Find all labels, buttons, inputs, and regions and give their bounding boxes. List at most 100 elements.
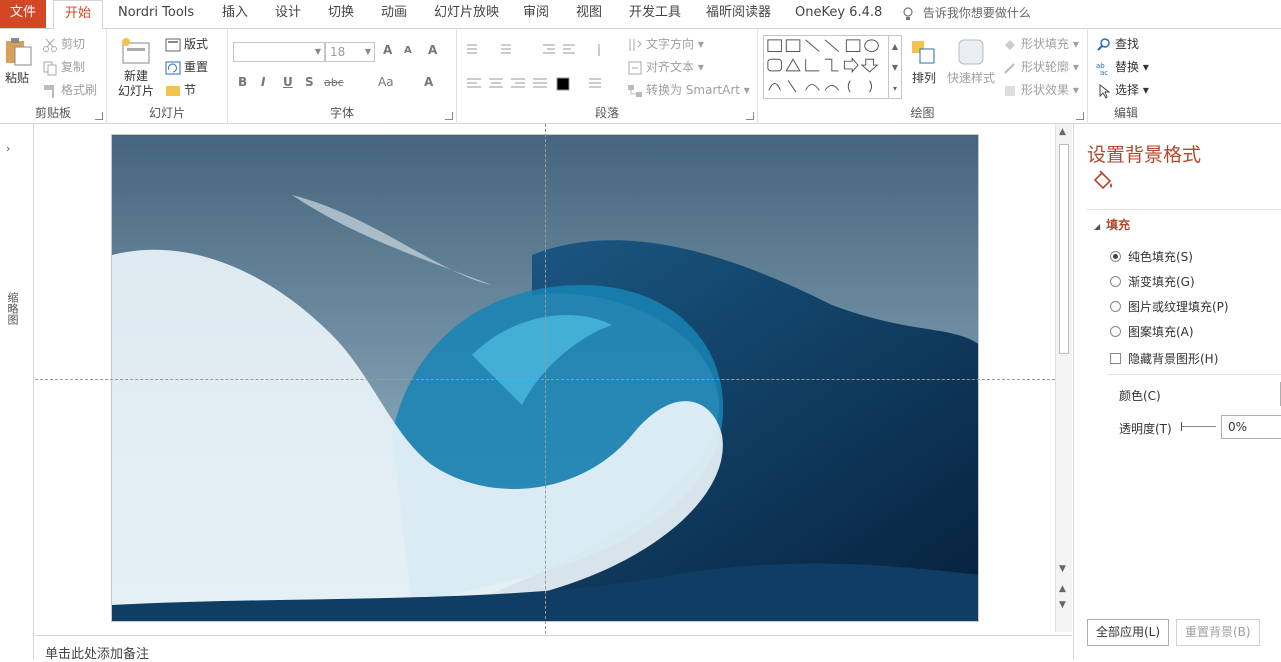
slider-handle[interactable] (1181, 422, 1182, 431)
notes-placeholder: 单击此处添加备注 (45, 647, 150, 662)
hide-background-graphics-checkbox[interactable]: 隐藏背景图形(H) (1110, 350, 1218, 367)
scroll-down-icon[interactable]: ▼ (1059, 564, 1066, 574)
new-slide-button[interactable]: 新建 幻灯片 (113, 37, 159, 99)
shape-effects-button[interactable]: 形状效果 ▾ (1002, 81, 1079, 99)
paint-bucket-icon[interactable] (1091, 168, 1115, 192)
find-button[interactable]: 查找 (1096, 35, 1139, 53)
layout-button[interactable]: 版式 (165, 35, 208, 53)
scroll-thumb[interactable] (1059, 144, 1069, 354)
strike-button[interactable]: abc (324, 76, 344, 89)
group-paragraph: 文字方向 ▾ 对齐文本 ▾ 转换为 SmartArt ▾ 段落 (457, 29, 758, 124)
layout-icon (165, 38, 181, 51)
align-text-icon (628, 61, 642, 74)
scroll-up-icon[interactable]: ▲ (1059, 127, 1066, 137)
group-slides: 新建 幻灯片 版式 重置 节 幻灯片 (107, 29, 228, 124)
tab-insert[interactable]: 插入 (222, 0, 248, 28)
tab-design[interactable]: 设计 (275, 0, 301, 28)
checkbox-box (1110, 353, 1121, 364)
font-size-combo[interactable]: 18 ▼ (325, 42, 375, 62)
arrange-icon (912, 41, 935, 64)
tab-file[interactable]: 文件 (0, 0, 46, 28)
tab-transitions[interactable]: 切换 (328, 0, 354, 28)
align-icons[interactable] (465, 77, 615, 91)
solid-fill-radio[interactable]: 纯色填充(S) (1110, 248, 1193, 265)
shape-fill-button[interactable]: 形状填充 ▾ (1002, 35, 1079, 53)
tab-nordri-tools[interactable]: Nordri Tools (118, 0, 194, 28)
dialog-launcher-icon[interactable] (1076, 112, 1084, 120)
radio-unselected (1110, 326, 1121, 337)
arrange-button[interactable]: 排列 (906, 37, 942, 87)
prev-slide-icon[interactable]: ▲ (1059, 584, 1066, 594)
text-direction-button[interactable]: 文字方向 ▾ (627, 35, 704, 53)
tell-me-box[interactable]: 告诉我你想要做什么 (900, 0, 1031, 28)
gallery-scroll[interactable]: ▲ ▼ ▾ (889, 35, 902, 99)
select-button[interactable]: 选择 ▾ (1096, 81, 1149, 99)
quick-styles-button[interactable]: 快速样式 (944, 37, 998, 87)
group-label: 绘图 (910, 106, 935, 120)
reset-button[interactable]: 重置 (165, 58, 208, 76)
paste-icon (6, 38, 32, 66)
lightbulb-icon (903, 6, 913, 20)
vertical-guide[interactable] (545, 124, 546, 634)
bold-button[interactable]: B (238, 75, 247, 89)
tab-foxit[interactable]: 福昕阅读器 (706, 0, 771, 28)
fill-section-header[interactable]: ◢ 填充 (1094, 216, 1130, 233)
group-label: 字体 (329, 106, 354, 120)
dialog-launcher-icon[interactable] (445, 112, 453, 120)
font-name-combo[interactable]: ▼ (233, 42, 325, 62)
tab-view[interactable]: 视图 (576, 0, 602, 28)
tab-onekey[interactable]: OneKey 6.4.8 (795, 0, 882, 28)
grow-font-button[interactable]: A (383, 43, 392, 57)
gradient-fill-radio[interactable]: 渐变填充(G) (1110, 273, 1195, 290)
tab-review[interactable]: 审阅 (523, 0, 549, 28)
tab-home[interactable]: 开始 (53, 0, 103, 30)
next-slide-icon[interactable]: ▼ (1059, 600, 1066, 610)
underline-button[interactable]: U (283, 75, 293, 89)
paste-button[interactable]: 粘贴 (2, 37, 32, 87)
font-color-button[interactable]: A (424, 75, 433, 89)
dialog-launcher-icon[interactable] (95, 112, 103, 120)
group-drawing: ▲ ▼ ▾ 排列 快速样式 形状填充 ▾ 形状轮廓 ▾ 形状效果 ▾ 绘图 (758, 29, 1088, 124)
shrink-font-button[interactable]: A (404, 45, 412, 56)
align-text-button[interactable]: 对齐文本 ▾ (627, 58, 704, 76)
group-clipboard: 粘贴 剪切 复制 格式刷 剪贴板 (0, 29, 107, 124)
shapes-gallery[interactable] (763, 35, 889, 99)
notes-pane[interactable]: 单击此处添加备注 (35, 635, 1072, 662)
chevron-right-icon[interactable]: › (6, 142, 10, 155)
apply-to-all-button[interactable]: 全部应用(L) (1087, 619, 1170, 646)
cursor-icon (1099, 83, 1111, 99)
pattern-fill-radio[interactable]: 图案填充(A) (1110, 323, 1194, 340)
shape-outline-button[interactable]: 形状轮廓 ▾ (1002, 58, 1079, 76)
replace-button[interactable]: ab ac 替换 ▾ (1096, 58, 1149, 76)
pane-title: 设置背景格式 (1087, 144, 1202, 166)
italic-button[interactable]: I (261, 75, 265, 89)
shadow-button[interactable]: S (305, 75, 314, 89)
replace-icon: abac (1096, 62, 1108, 76)
dialog-launcher-icon[interactable] (746, 112, 754, 120)
smartart-button[interactable]: 转换为 SmartArt ▾ (627, 81, 750, 99)
tab-slideshow[interactable]: 幻灯片放映 (434, 0, 499, 28)
list-indent-icons[interactable] (465, 43, 615, 57)
tab-animations[interactable]: 动画 (381, 0, 407, 28)
vertical-scrollbar[interactable]: ▲ ▼ ▲ ▼ (1055, 124, 1072, 632)
picture-fill-radio[interactable]: 图片或纹理填充(P) (1110, 298, 1229, 315)
transparency-input[interactable]: 0% (1221, 415, 1281, 439)
text-direction-icon (629, 38, 642, 51)
transparency-slider[interactable] (1181, 422, 1216, 431)
format-painter-button[interactable]: 格式刷 (42, 81, 97, 99)
section-button[interactable]: 节 (165, 81, 196, 99)
search-icon (1097, 37, 1110, 51)
change-case-button[interactable]: Aa (378, 75, 394, 89)
group-editing: 查找 ab ac 替换 ▾ 选择 ▾ 编辑 (1088, 29, 1281, 124)
chevron-down-icon: ▼ (364, 47, 371, 56)
chevron-down-icon: ▼ (314, 47, 321, 56)
tab-developer[interactable]: 开发工具 (629, 0, 681, 28)
clear-format-button[interactable]: A (428, 43, 437, 57)
group-label: 段落 (594, 106, 619, 120)
thumbnail-label: 缩略图 (6, 292, 19, 325)
paint-bucket-icon (1005, 39, 1015, 50)
thumbnail-pane-collapsed[interactable]: › 缩略图 (0, 124, 34, 660)
reset-background-button[interactable]: 重置背景(B) (1176, 619, 1260, 646)
cut-button[interactable]: 剪切 (42, 35, 85, 53)
copy-button[interactable]: 复制 (42, 58, 85, 76)
